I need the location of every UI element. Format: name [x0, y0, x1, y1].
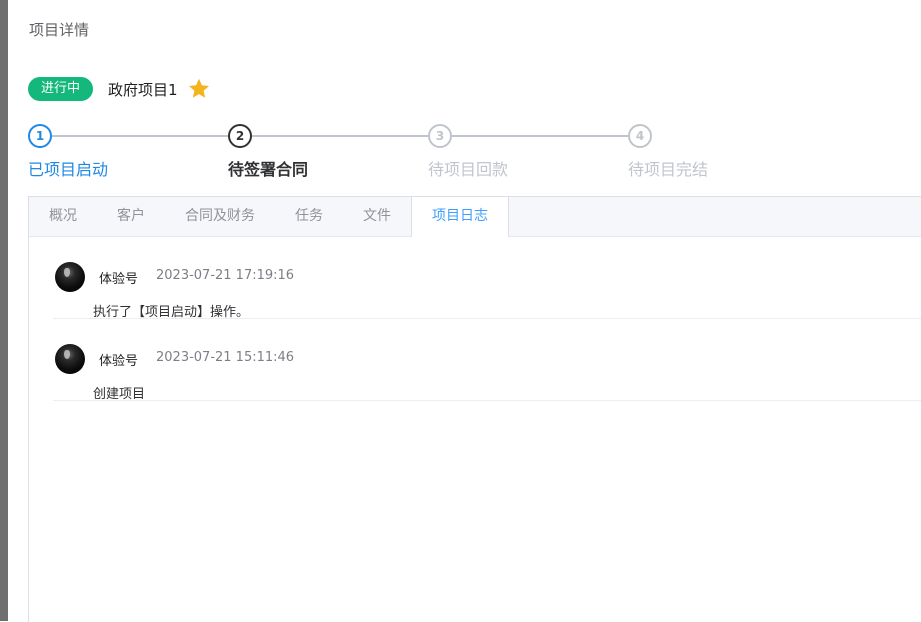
project-tabs-card: 概况 客户 合同及财务 任务 文件 项目日志 体验号 2023-07-21 17…: [28, 196, 921, 622]
step-connector: [252, 135, 428, 137]
tab-customers[interactable]: 客户: [97, 197, 165, 236]
tab-tasks[interactable]: 任务: [275, 197, 343, 236]
page-title: 项目详情: [29, 21, 90, 39]
window-left-edge: [0, 0, 8, 621]
project-header: 进行中 政府项目1: [28, 76, 211, 102]
step-1-label: 已项目启动: [28, 160, 109, 179]
step-4-label: 待项目完结: [628, 160, 709, 179]
project-steps: 1 已项目启动 2 待签署合同 3 待项目回款 4 待项目完结: [28, 124, 828, 184]
tab-files[interactable]: 文件: [343, 197, 411, 236]
project-name: 政府项目1: [108, 80, 178, 99]
avatar: [55, 262, 85, 292]
log-user: 体验号: [99, 272, 139, 287]
step-2-label: 待签署合同: [228, 160, 309, 179]
status-badge: 进行中: [28, 77, 94, 101]
tab-overview[interactable]: 概况: [29, 197, 97, 236]
tab-bar: 概况 客户 合同及财务 任务 文件 项目日志: [29, 197, 921, 237]
log-entry: 体验号 2023-07-21 15:11:46 创建项目: [53, 319, 921, 402]
log-entry: 体验号 2023-07-21 17:19:16 执行了【项目启动】操作。: [53, 237, 921, 320]
log-time: 2023-07-21 17:19:16: [156, 268, 295, 283]
step-connector: [452, 135, 628, 137]
log-list: 体验号 2023-07-21 17:19:16 执行了【项目启动】操作。 体验号…: [29, 237, 921, 402]
log-text: 执行了【项目启动】操作。: [93, 305, 250, 320]
tab-project-log[interactable]: 项目日志: [411, 197, 509, 237]
step-2-number: 2: [228, 124, 252, 148]
step-3-number: 3: [428, 124, 452, 148]
tab-contracts-finance[interactable]: 合同及财务: [165, 197, 275, 236]
step-connector: [52, 135, 228, 137]
step-4-number: 4: [628, 124, 652, 148]
avatar: [55, 344, 85, 374]
log-text: 创建项目: [93, 387, 146, 402]
log-time: 2023-07-21 15:11:46: [156, 350, 295, 365]
step-1-number: 1: [28, 124, 52, 148]
step-3-label: 待项目回款: [428, 160, 509, 179]
star-icon[interactable]: [187, 77, 211, 101]
log-user: 体验号: [99, 354, 139, 369]
